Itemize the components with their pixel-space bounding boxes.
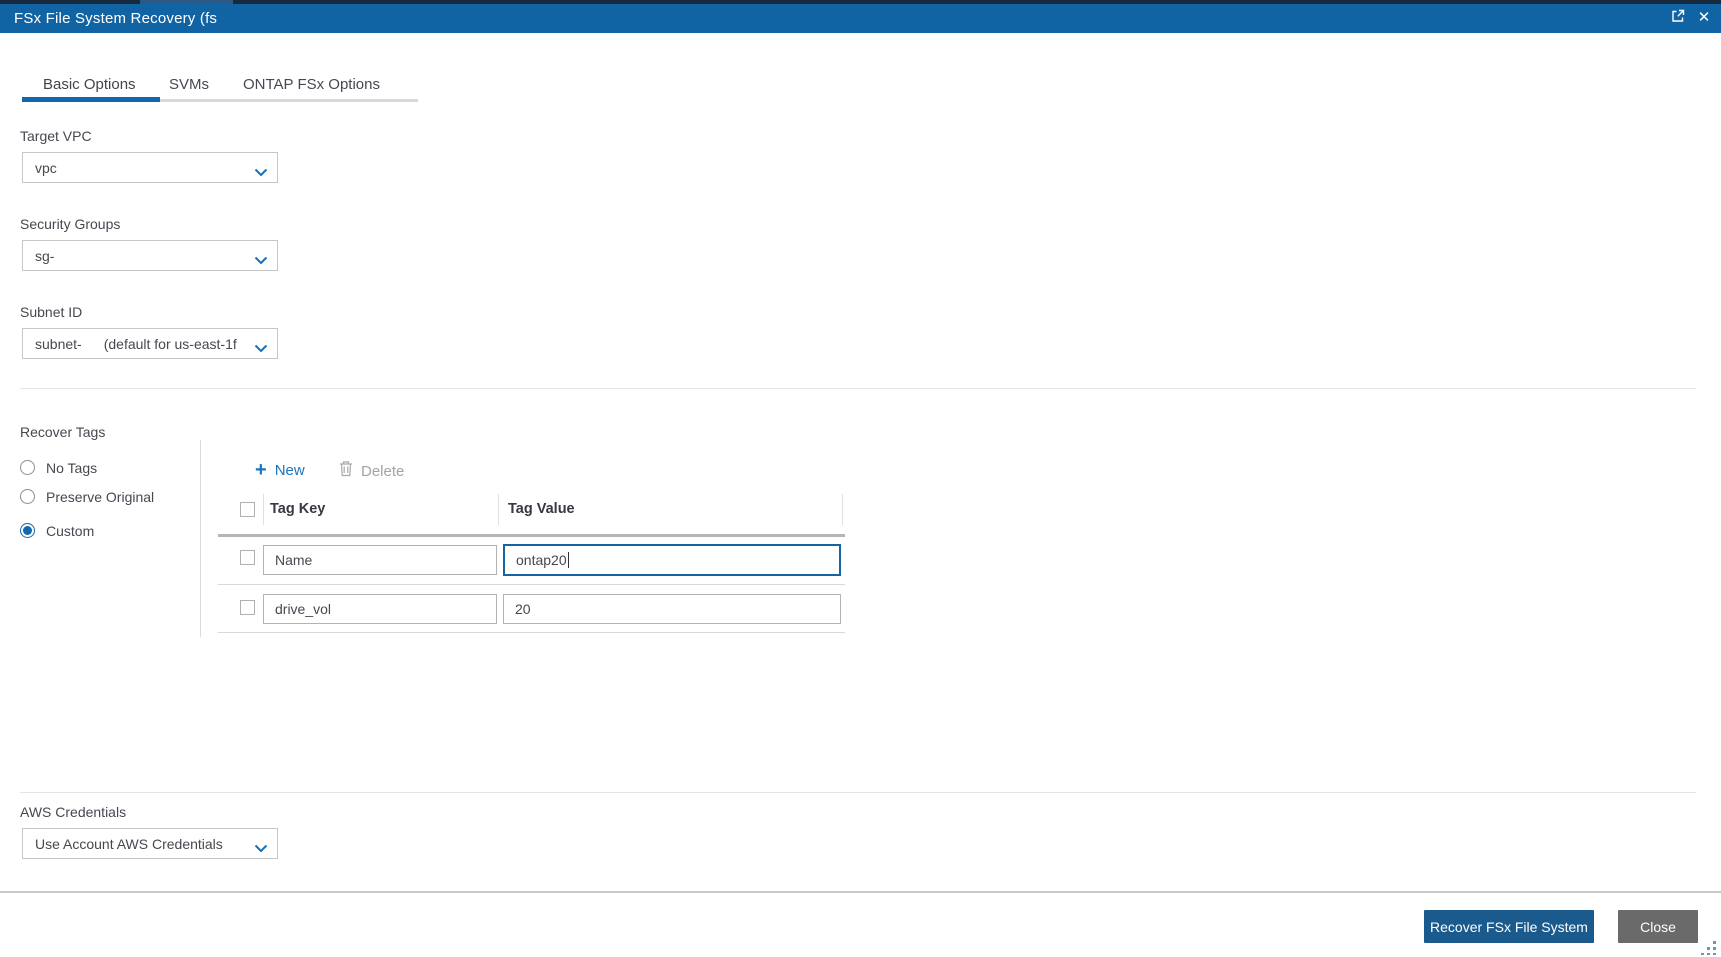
target-vpc-value: vpc: [35, 159, 57, 176]
select-all-checkbox[interactable]: [240, 502, 255, 517]
expand-icon: [1670, 8, 1686, 29]
dialog-title: FSx File System Recovery (fs: [14, 10, 218, 27]
row-separator: [218, 584, 845, 585]
aws-credentials-select[interactable]: Use Account AWS Credentials: [22, 828, 278, 859]
vertical-divider: [200, 440, 201, 637]
recover-tags-label: Recover Tags: [20, 424, 106, 440]
radio-no-tags[interactable]: No Tags: [20, 459, 97, 476]
chevron-down-icon: [254, 840, 268, 856]
column-separator: [842, 494, 843, 525]
radio-preserve-original-label: Preserve Original: [46, 488, 155, 505]
close-button[interactable]: ✕: [1695, 9, 1713, 27]
recover-fsx-button[interactable]: Recover FSx File System: [1424, 910, 1594, 943]
tag-value-input[interactable]: 20: [503, 594, 841, 624]
subnet-id-value-suffix: (default for us-east-1f: [103, 335, 237, 352]
tab-svms-label: SVMs: [169, 76, 210, 93]
column-header-tag-key: Tag Key: [270, 501, 326, 517]
tab-basic-options-label: Basic Options: [43, 76, 136, 93]
target-vpc-label: Target VPC: [20, 128, 92, 144]
tag-key-input[interactable]: Name: [263, 545, 497, 575]
tag-key-input[interactable]: drive_vol: [263, 594, 497, 624]
trash-icon: [339, 460, 353, 482]
tab-ontap-fsx-options-label: ONTAP FSx Options: [243, 76, 380, 93]
fsx-recovery-dialog: FSx File System Recovery (fs ✕ Basic Opt…: [0, 0, 1721, 957]
delete-tag-button[interactable]: Delete: [339, 460, 404, 482]
close-icon: ✕: [1697, 9, 1711, 26]
footer-close-button[interactable]: Close: [1618, 910, 1698, 943]
security-groups-select[interactable]: sg-: [22, 240, 278, 271]
tag-value-value: ontap20: [516, 552, 567, 568]
section-divider: [20, 388, 1696, 389]
text-caret: [567, 552, 570, 568]
radio-icon: [20, 489, 35, 504]
new-tag-label: New: [274, 461, 305, 479]
radio-selected-icon: [20, 523, 35, 538]
aws-credentials-label: AWS Credentials: [20, 804, 127, 820]
new-tag-button[interactable]: + New: [255, 460, 305, 480]
subnet-id-label: Subnet ID: [20, 304, 83, 320]
radio-icon: [20, 460, 35, 475]
row-separator: [218, 632, 845, 633]
row-checkbox[interactable]: [240, 600, 255, 615]
tag-value-value: 20: [515, 601, 531, 617]
chevron-down-icon: [254, 252, 268, 268]
radio-no-tags-label: No Tags: [46, 459, 98, 476]
subnet-id-select[interactable]: subnet- (default for us-east-1f: [22, 328, 278, 359]
radio-custom-label: Custom: [46, 522, 95, 539]
radio-custom[interactable]: Custom: [20, 522, 94, 539]
footer-divider: [0, 891, 1721, 893]
maximize-button[interactable]: [1669, 9, 1687, 27]
tag-key-value: Name: [275, 552, 313, 568]
target-vpc-select[interactable]: vpc: [22, 152, 278, 183]
column-header-tag-value: Tag Value: [508, 501, 575, 517]
row-checkbox[interactable]: [240, 550, 255, 565]
chevron-down-icon: [254, 340, 268, 356]
tab-basic-options[interactable]: Basic Options: [43, 76, 136, 93]
delete-tag-label: Delete: [361, 462, 405, 480]
tag-key-value: drive_vol: [275, 601, 332, 617]
active-tab-indicator: [22, 97, 160, 102]
chevron-down-icon: [254, 164, 268, 180]
section-divider: [20, 792, 1696, 793]
resize-grip-icon[interactable]: [1701, 941, 1717, 955]
tab-ontap-fsx-options[interactable]: ONTAP FSx Options: [243, 76, 380, 93]
aws-credentials-value: Use Account AWS Credentials: [35, 835, 223, 852]
column-separator: [498, 494, 499, 525]
tab-svms[interactable]: SVMs: [169, 76, 209, 93]
dialog-titlebar: [0, 4, 1721, 33]
security-groups-label: Security Groups: [20, 216, 121, 232]
column-separator: [263, 494, 264, 525]
security-groups-value: sg-: [35, 247, 55, 264]
subnet-id-value: subnet-: [35, 335, 82, 352]
plus-icon: +: [255, 459, 267, 481]
tag-value-input[interactable]: ontap20: [503, 544, 841, 576]
radio-preserve-original[interactable]: Preserve Original: [20, 488, 154, 505]
table-header-border: [218, 534, 845, 537]
